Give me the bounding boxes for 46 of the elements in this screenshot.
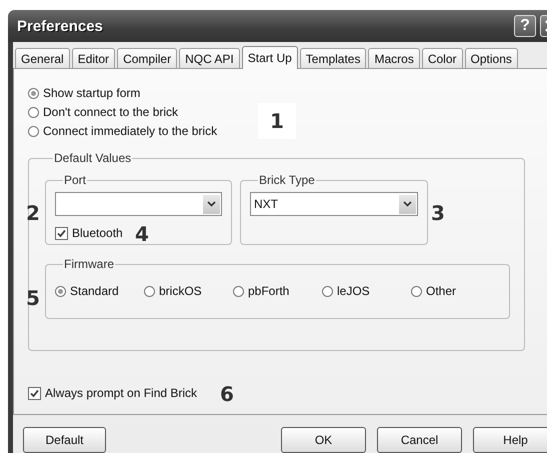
tab[interactable]: Options [464, 48, 518, 68]
radio-button[interactable] [322, 286, 333, 296]
group-title: Default Values [53, 151, 132, 165]
tab[interactable]: General [15, 48, 70, 68]
dialog-button[interactable]: Cancel [377, 427, 462, 453]
dialog-button[interactable]: OK [281, 427, 366, 453]
tab[interactable]: Compiler [117, 48, 178, 68]
radio-button[interactable] [55, 286, 66, 296]
tab[interactable]: Macros [368, 48, 420, 68]
radio-label: Show startup form [43, 86, 140, 100]
callout-number: 1 [258, 103, 296, 139]
radio-button[interactable] [411, 286, 422, 296]
callout-number: 5 [26, 286, 40, 310]
callout-number: 4 [135, 222, 149, 246]
checkbox-label: Always prompt on Find Brick [45, 386, 198, 400]
tab[interactable]: Editor [72, 48, 116, 68]
default-button[interactable]: Default [23, 427, 106, 453]
radio-label: Connect immediately to the brick [43, 124, 218, 138]
radio-label: pbForth [248, 284, 290, 298]
checkbox[interactable] [28, 386, 41, 400]
radio-button[interactable] [233, 286, 244, 296]
callout-number: 6 [220, 382, 234, 406]
checkbox[interactable] [55, 226, 68, 240]
radio-label: brickOS [159, 284, 202, 298]
window-title: Preferences [17, 18, 103, 34]
tab[interactable]: Start Up [242, 46, 298, 69]
radio-label: Don't connect to the brick [43, 105, 178, 119]
group-title: Firmware [63, 257, 115, 271]
group-title: Brick Type [258, 173, 316, 187]
radio-label: Standard [70, 284, 119, 298]
radio-button[interactable] [28, 88, 39, 98]
callout-number: 2 [26, 201, 40, 225]
tab[interactable]: Templates [300, 48, 366, 68]
radio-button[interactable] [28, 126, 39, 136]
tab[interactable]: Color [422, 48, 463, 68]
tab[interactable]: NQC API [179, 48, 240, 68]
checkbox-label: Bluetooth [72, 226, 123, 240]
radio-button[interactable] [28, 106, 39, 118]
radio-label: leJOS [337, 284, 370, 298]
callout-number: 3 [431, 201, 445, 225]
radio-button[interactable] [144, 286, 155, 296]
radio-label: Other [426, 284, 456, 298]
dialog-button[interactable]: Help [473, 427, 547, 453]
help-button[interactable]: ? [514, 15, 536, 37]
brick-type-dropdown[interactable]: NXT [250, 192, 418, 216]
group-title: Port [63, 173, 88, 187]
